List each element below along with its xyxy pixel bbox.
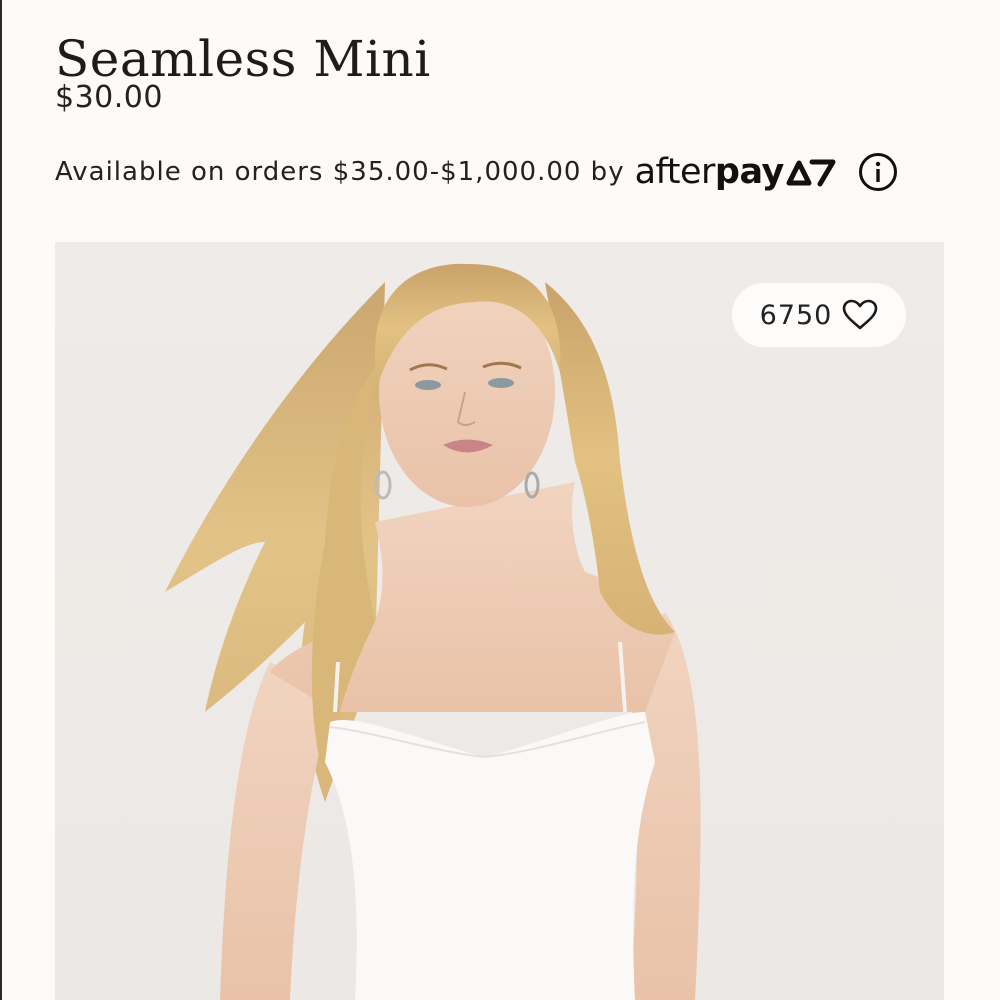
afterpay-logo-pay: pay: [714, 152, 784, 192]
product-image[interactable]: 6750: [55, 242, 944, 1000]
like-button[interactable]: 6750: [732, 283, 906, 347]
afterpay-row: Available on orders $35.00-$1,000.00 by …: [55, 152, 898, 192]
afterpay-logo-after: after: [634, 152, 716, 192]
info-icon[interactable]: [858, 152, 898, 192]
left-edge-divider: [0, 0, 2, 1000]
afterpay-logo: after pay: [635, 152, 836, 192]
model-photo: [55, 242, 944, 1000]
product-price: $30.00: [55, 80, 163, 115]
afterpay-arrows-icon: [786, 159, 836, 187]
like-count: 6750: [759, 299, 833, 331]
heart-outline-icon: [843, 299, 878, 330]
afterpay-text: Available on orders $35.00-$1,000.00 by: [55, 157, 625, 187]
product-title: Seamless Mini: [55, 29, 431, 88]
